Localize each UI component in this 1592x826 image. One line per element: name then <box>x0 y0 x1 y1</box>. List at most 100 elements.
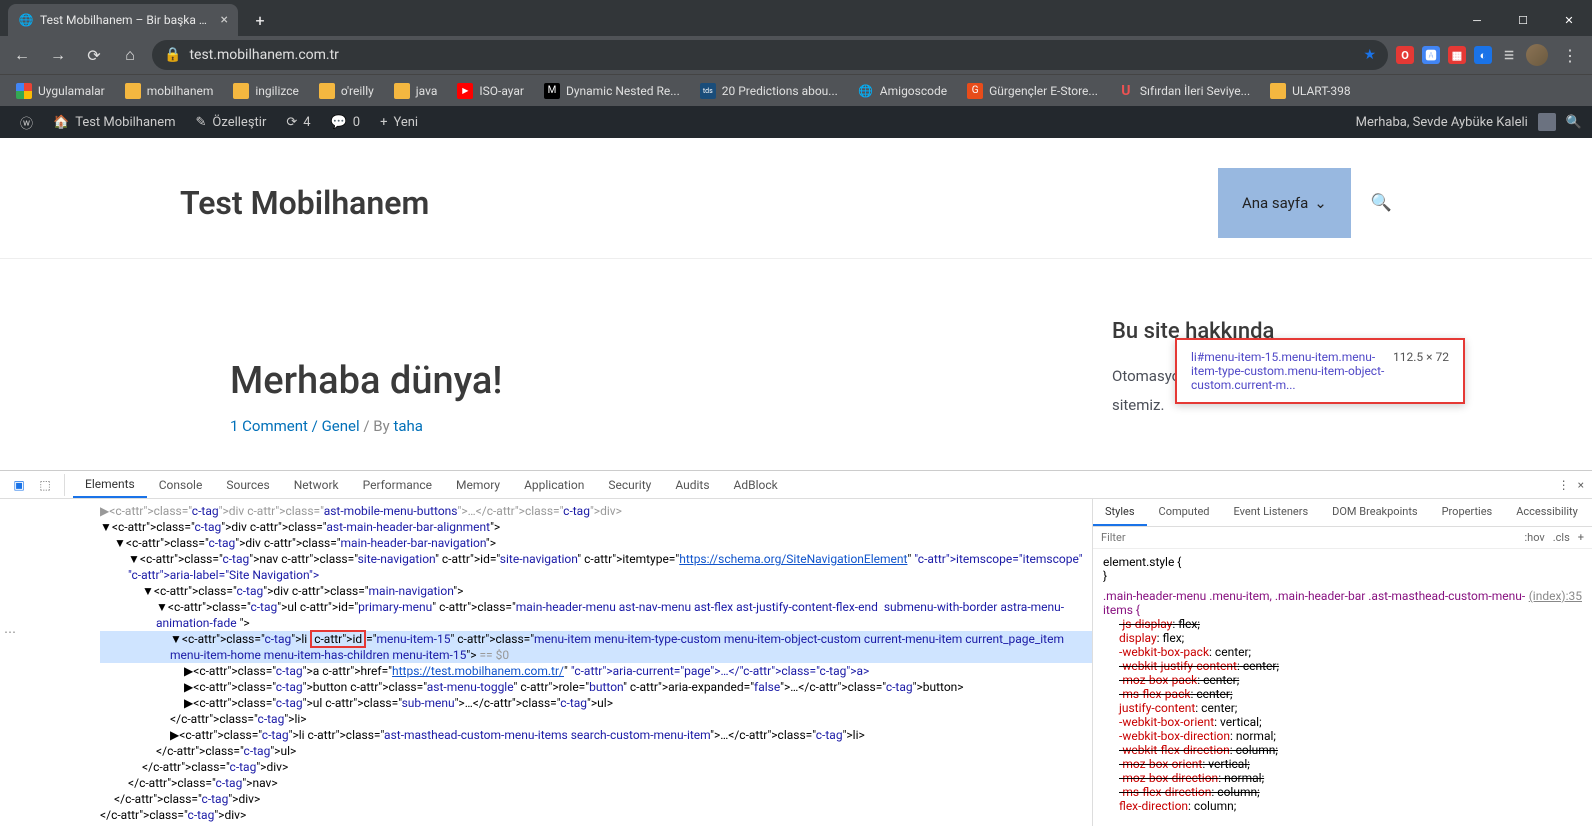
css-rules[interactable]: element.style {}(index):35.main-header-m… <box>1093 549 1592 819</box>
folder-icon <box>319 83 335 99</box>
reading-list-icon[interactable]: ☰ <box>1500 46 1518 64</box>
new-tab-button[interactable]: + <box>246 6 274 34</box>
tab-computed[interactable]: Computed <box>1147 499 1222 526</box>
wp-admin-bar: ⓦ 🏠Test Mobilhanem ✎Özelleştir ⟳4 💬0 +Ye… <box>0 106 1592 138</box>
styles-panel: Styles Computed Event Listeners DOM Brea… <box>1092 499 1592 826</box>
devtools-menu-icon[interactable]: ⋮ <box>1558 478 1570 492</box>
extension-icon[interactable]: ▦ <box>1448 46 1466 64</box>
nav-home-link[interactable]: Ana sayfa ⌄ <box>1218 168 1351 238</box>
tab-security[interactable]: Security <box>596 471 663 498</box>
bookmark-item[interactable]: mobilhanem <box>117 79 222 103</box>
minimize-button[interactable]: ─ <box>1454 4 1500 36</box>
device-toolbar-icon[interactable]: ⬚ <box>34 474 56 496</box>
tab-audits[interactable]: Audits <box>663 471 721 498</box>
tab-console[interactable]: Console <box>147 471 215 498</box>
devtools-close-icon[interactable]: × <box>1578 478 1584 492</box>
close-icon[interactable]: × <box>221 12 228 28</box>
bookmark-item[interactable]: 🌐Amigoscode <box>850 79 955 103</box>
author-link[interactable]: taha <box>393 417 423 435</box>
tab-performance[interactable]: Performance <box>351 471 444 498</box>
elements-panel[interactable]: ⋯ ▶<c-attr">class="c-tag">div c-attr">cl… <box>0 499 1092 826</box>
folder-icon <box>233 83 249 99</box>
article: Merhaba dünya! 1 Comment / Genel / By ta… <box>180 319 1052 456</box>
site-icon: tds <box>700 83 716 99</box>
udemy-icon: U <box>1118 83 1134 99</box>
category-link[interactable]: Genel <box>322 417 360 435</box>
ellipsis-icon[interactable]: ⋯ <box>4 625 16 639</box>
bookmark-item[interactable]: ingilizce <box>225 79 307 103</box>
browser-titlebar: 🌐 Test Mobilhanem – Bir başka Wo × + ─ ☐… <box>0 0 1592 36</box>
bookmark-item[interactable]: java <box>386 79 446 103</box>
wp-comments[interactable]: 💬0 <box>321 115 371 130</box>
site-title[interactable]: Test Mobilhanem <box>180 184 429 222</box>
plus-icon[interactable]: + <box>1578 531 1584 544</box>
tab-event-listeners[interactable]: Event Listeners <box>1222 499 1321 526</box>
bookmark-item[interactable]: ULART-398 <box>1262 79 1358 103</box>
wp-greeting[interactable]: Merhaba, Sevde Aybüke Kaleli <box>1356 115 1528 130</box>
search-icon[interactable]: 🔍 <box>1351 193 1412 213</box>
cls-button[interactable]: .cls <box>1553 531 1570 544</box>
bookmark-item[interactable]: o'reilly <box>311 79 382 103</box>
back-button[interactable]: ← <box>8 41 36 69</box>
inspect-element-icon[interactable]: ▣ <box>8 474 30 496</box>
star-icon[interactable]: ★ <box>1363 47 1376 63</box>
bookmarks-bar: Uygulamalarmobilhanemingilizceo'reillyja… <box>0 74 1592 106</box>
article-title[interactable]: Merhaba dünya! <box>230 359 1002 403</box>
tab-adblock[interactable]: AdBlock <box>722 471 790 498</box>
tab-properties[interactable]: Properties <box>1430 499 1505 526</box>
tab-network[interactable]: Network <box>282 471 351 498</box>
tab-styles[interactable]: Styles <box>1093 499 1147 526</box>
tab-title: Test Mobilhanem – Bir başka Wo <box>40 13 215 27</box>
tooltip-dimensions: 112.5 × 72 <box>1393 350 1449 364</box>
globe-icon: 🌐 <box>18 12 34 28</box>
search-icon[interactable]: 🔍 <box>1566 115 1582 130</box>
devtools: ▣ ⬚ Elements Console Sources Network Per… <box>0 470 1592 826</box>
bookmark-item[interactable]: GGürgençler E-Store... <box>959 79 1106 103</box>
globe-icon: 🌐 <box>858 83 874 99</box>
profile-avatar[interactable] <box>1526 44 1548 66</box>
tab-accessibility[interactable]: Accessibility <box>1504 499 1590 526</box>
comment-link[interactable]: 1 Comment <box>230 417 308 435</box>
wp-updates[interactable]: ⟳4 <box>276 115 320 130</box>
folder-icon <box>394 83 410 99</box>
hov-button[interactable]: :hov <box>1524 531 1544 544</box>
wp-site-name[interactable]: 🏠Test Mobilhanem <box>43 115 186 130</box>
browser-tab[interactable]: 🌐 Test Mobilhanem – Bir başka Wo × <box>8 4 238 36</box>
article-meta: 1 Comment / Genel / By taha <box>230 417 1002 435</box>
bookmark-item[interactable]: ▶ISO-ayar <box>449 79 532 103</box>
tab-memory[interactable]: Memory <box>444 471 512 498</box>
home-button[interactable]: ⌂ <box>116 41 144 69</box>
lock-icon: 🔒 <box>164 47 181 63</box>
bookmark-item[interactable]: USıfırdan İleri Seviye... <box>1110 79 1258 103</box>
tab-elements[interactable]: Elements <box>73 471 147 498</box>
window-controls: ─ ☐ ✕ <box>1454 4 1592 36</box>
tab-application[interactable]: Application <box>512 471 596 498</box>
wp-new[interactable]: +Yeni <box>370 115 428 130</box>
bookmark-item[interactable]: tds20 Predictions abou... <box>692 79 846 103</box>
update-icon: ⟳ <box>286 115 297 130</box>
folder-icon <box>1270 83 1286 99</box>
medium-icon: M <box>544 83 560 99</box>
close-window-button[interactable]: ✕ <box>1546 4 1592 36</box>
address-bar[interactable]: 🔒 test.mobilhanem.com.tr ★ <box>152 40 1388 70</box>
bookmark-item[interactable]: Uygulamalar <box>8 79 113 103</box>
extension-icon[interactable]: ◐ <box>1474 46 1492 64</box>
bookmark-item[interactable]: MDynamic Nested Re... <box>536 79 688 103</box>
extension-icon[interactable]: 🅰 <box>1422 46 1440 64</box>
extension-icon[interactable]: O <box>1396 46 1414 64</box>
tooltip-selector: li#menu-item-15.menu-item.menu-item-type… <box>1191 350 1384 392</box>
tab-sources[interactable]: Sources <box>214 471 281 498</box>
wp-customize[interactable]: ✎Özelleştir <box>186 115 277 130</box>
forward-button[interactable]: → <box>44 41 72 69</box>
folder-icon <box>125 83 141 99</box>
reload-button[interactable]: ⟳ <box>80 41 108 69</box>
menu-button[interactable]: ⋮ <box>1556 46 1584 65</box>
chevron-down-icon: ⌄ <box>1314 194 1327 212</box>
tab-dom-breakpoints[interactable]: DOM Breakpoints <box>1320 499 1429 526</box>
wp-logo[interactable]: ⓦ <box>10 113 43 132</box>
maximize-button[interactable]: ☐ <box>1500 4 1546 36</box>
wp-avatar[interactable] <box>1538 113 1556 131</box>
url-text: test.mobilhanem.com.tr <box>189 47 339 63</box>
styles-filter-input[interactable] <box>1093 527 1516 548</box>
devtools-tabs: ▣ ⬚ Elements Console Sources Network Per… <box>0 471 1592 499</box>
